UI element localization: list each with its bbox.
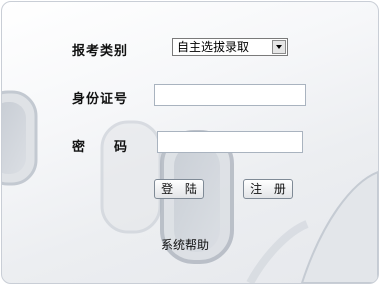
- exam-type-selected-value: 自主选拔录取: [177, 40, 250, 54]
- id-number-input[interactable]: [154, 84, 306, 106]
- password-input[interactable]: [157, 131, 303, 153]
- register-button[interactable]: 注 册: [243, 179, 293, 199]
- exam-type-label: 报考类别: [72, 44, 129, 59]
- system-help-link[interactable]: 系统帮助: [161, 236, 209, 253]
- login-button[interactable]: 登 陆: [154, 179, 204, 199]
- exam-type-select[interactable]: 自主选拔录取: [172, 38, 288, 56]
- id-number-label: 身份证号: [72, 92, 129, 107]
- chevron-down-icon[interactable]: [272, 40, 286, 54]
- password-label: 密 码: [72, 140, 129, 155]
